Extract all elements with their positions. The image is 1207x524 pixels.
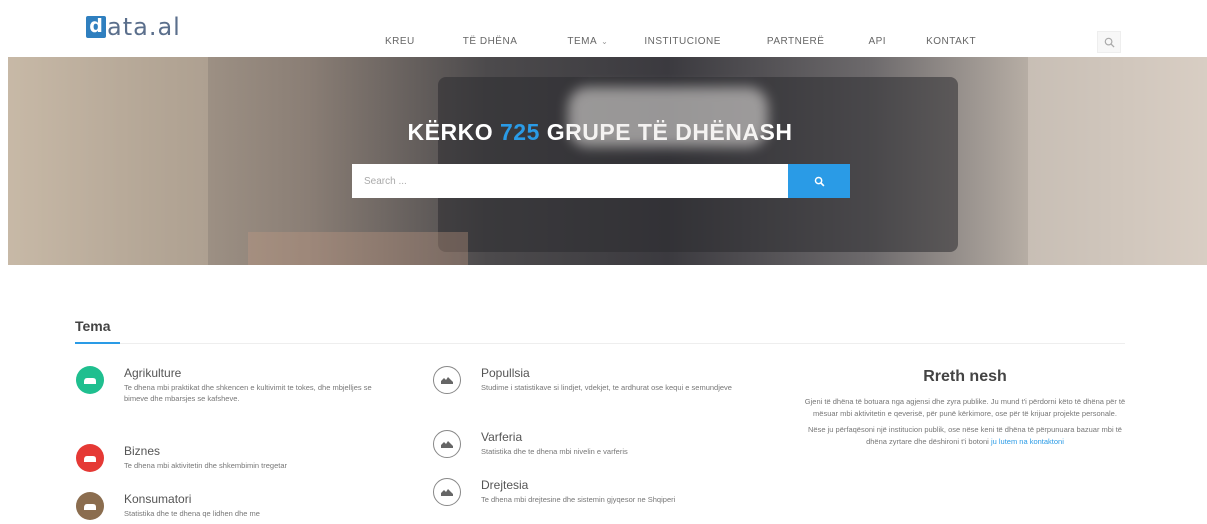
main-nav: KREU TË DHËNA TEMA ⌄ INSTITUCIONE PARTNER…: [385, 36, 976, 47]
topic-drejtesia[interactable]: Drejtesia Te dhena mbi drejtesine dhe si…: [433, 478, 771, 506]
topic-description: Studime i statistikave si lindjet, vdekj…: [481, 383, 732, 392]
search-input[interactable]: [352, 164, 788, 198]
topic-title[interactable]: Varferia: [481, 430, 771, 444]
logo-text: ata.al: [107, 13, 181, 41]
hero-title-suffix: GRUPE TË DHËNASH: [546, 119, 793, 145]
nav-item-tema[interactable]: TEMA ⌄: [567, 36, 608, 47]
nav-item-te-dhena[interactable]: TË DHËNA: [463, 36, 518, 47]
topic-title[interactable]: Konsumatori: [124, 492, 394, 506]
about-paragraph: Gjeni të dhëna të botuara nga agjensi dh…: [804, 397, 1126, 418]
briefcase-icon: [76, 444, 104, 472]
about-paragraph-contact: Nëse ju përfaqësoni një institucion publ…: [800, 424, 1130, 447]
topic-description: Statistika dhe te dhena mbi nivelin e va…: [481, 447, 628, 456]
chevron-down-icon: ⌄: [601, 37, 609, 46]
nav-item-institucione[interactable]: INSTITUCIONE: [644, 36, 721, 47]
topic-title[interactable]: Biznes: [124, 444, 404, 458]
site-logo[interactable]: d ata.al: [86, 12, 181, 42]
topic-agrikulture[interactable]: Agrikulture Te dhena mbi praktikat dhe s…: [76, 366, 394, 404]
search-icon: [1104, 37, 1115, 48]
topic-konsumatori[interactable]: Konsumatori Statistika dhe te dhena qe l…: [76, 492, 394, 520]
basket-icon: [76, 492, 104, 520]
topic-popullsia[interactable]: Popullsia Studime i statistikave si lind…: [433, 366, 771, 394]
site-header: d ata.al KREU TË DHËNA TEMA ⌄ INSTITUCION…: [0, 0, 1207, 57]
topic-title[interactable]: Popullsia: [481, 366, 771, 380]
nav-item-partnere[interactable]: PARTNERË: [767, 36, 825, 47]
logo-mark: d: [86, 16, 106, 38]
cow-icon: [76, 366, 104, 394]
topic-description: Te dhena mbi praktikat dhe shkencen e ku…: [124, 383, 372, 403]
topic-title[interactable]: Agrikulture: [124, 366, 394, 380]
contact-link[interactable]: ju lutem na kontaktoni: [991, 437, 1064, 446]
hero-title-prefix: KËRKO: [407, 119, 494, 145]
topic-biznes[interactable]: Biznes Te dhena mbi aktivitetin dhe shke…: [76, 444, 404, 472]
search-icon: [814, 176, 824, 186]
section-title-underline: [75, 342, 120, 344]
nav-item-kontakt[interactable]: KONTAKT: [926, 36, 976, 47]
topic-description: Te dhena mbi drejtesine dhe sistemin gjy…: [481, 495, 676, 504]
hero-title: KËRKO 725 GRUPE TË DHËNASH: [8, 119, 1207, 146]
nav-item-tema-label: TEMA: [567, 36, 598, 47]
header-search-button[interactable]: [1097, 31, 1121, 53]
search-submit-button[interactable]: [788, 164, 850, 198]
hero-banner: KËRKO 725 GRUPE TË DHËNASH: [8, 57, 1207, 265]
coins-icon: [433, 430, 461, 458]
nav-item-api[interactable]: API: [868, 36, 886, 47]
about-contact-text: Nëse ju përfaqësoni një institucion publ…: [808, 425, 1122, 446]
topic-description: Statistika dhe te dhena qe lidhen dhe me: [124, 509, 260, 518]
topic-description: Te dhena mbi aktivitetin dhe shkembimin …: [124, 461, 288, 470]
about-section: Rreth nesh Gjeni të dhëna të botuara nga…: [800, 368, 1130, 447]
people-icon: [433, 366, 461, 394]
nav-item-kreu[interactable]: KREU: [385, 36, 415, 47]
hero-search: [352, 164, 850, 198]
about-title: Rreth nesh: [923, 368, 1007, 385]
scales-icon: [433, 478, 461, 506]
section-divider: [75, 343, 1125, 344]
dataset-count: 725: [499, 119, 540, 145]
topic-title[interactable]: Drejtesia: [481, 478, 771, 492]
section-title-tema: Tema: [75, 318, 111, 334]
topic-varferia[interactable]: Varferia Statistika dhe te dhena mbi niv…: [433, 430, 771, 458]
